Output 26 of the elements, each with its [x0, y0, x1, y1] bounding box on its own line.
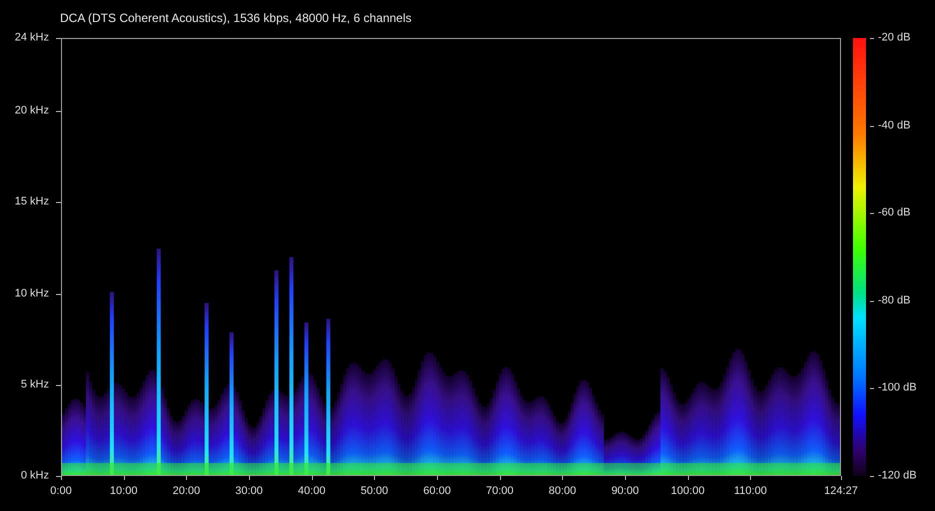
x-axis-label: 50:00 — [360, 486, 388, 497]
y-axis-label: 20 kHz — [14, 105, 49, 116]
x-axis-label: 0:00 — [50, 486, 72, 497]
y-axis-label: 5 kHz — [20, 379, 49, 390]
y-axis-label: 0 kHz — [20, 470, 49, 482]
x-axis-label: 40:00 — [298, 486, 326, 497]
x-axis-label: 124:27 — [824, 486, 858, 497]
x-axis-label: 70:00 — [486, 486, 514, 497]
color-scale-label: -60 dB — [878, 208, 910, 219]
x-axis-label: 90:00 — [611, 486, 639, 497]
color-scale-label: -100 dB — [878, 382, 917, 394]
x-axis-label: 100:00 — [670, 486, 705, 497]
y-axis-label: 15 kHz — [14, 196, 49, 208]
color-scale-label: -40 dB — [878, 120, 910, 132]
x-axis-label: 10:00 — [110, 486, 138, 497]
color-scale-label: -80 dB — [878, 295, 910, 306]
x-axis-label: 20:00 — [172, 486, 200, 497]
color-scale-label: -20 dB — [878, 32, 910, 44]
x-axis-label: 110:00 — [734, 486, 767, 497]
x-axis-label: 80:00 — [548, 486, 576, 497]
x-axis-label: 60:00 — [423, 486, 451, 497]
y-axis-label: 24 kHz — [14, 32, 49, 44]
chart-title: DCA (DTS Coherent Acoustics), 1536 kbps, 48000 Hz, 6 channels — [60, 11, 412, 25]
color-scale-label: -120 dB — [878, 470, 917, 482]
x-axis-label: 30:00 — [235, 486, 263, 497]
y-axis-label: 10 kHz — [14, 288, 49, 299]
